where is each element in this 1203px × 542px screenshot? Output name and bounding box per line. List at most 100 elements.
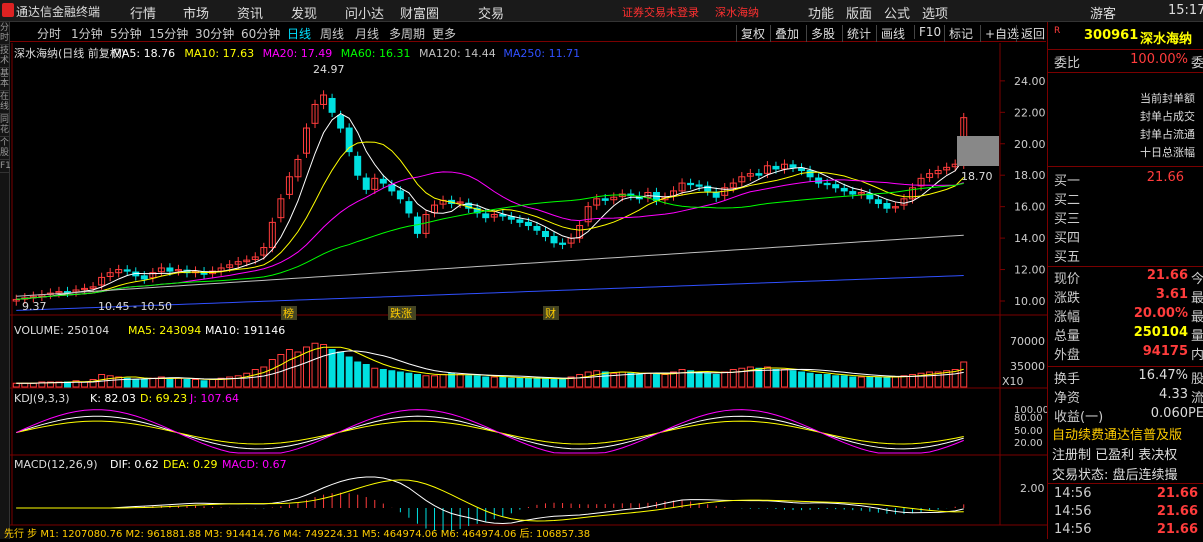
stat-row: 现价 21.66 今 bbox=[1054, 268, 1203, 288]
volume-bar bbox=[772, 369, 780, 388]
stat-suffix: 最 bbox=[1190, 291, 1203, 306]
bid-row[interactable]: 买四 bbox=[1054, 227, 1203, 247]
y-tick-label: 24.00 bbox=[1014, 75, 1046, 88]
bid-row[interactable]: 买一 21.66 bbox=[1054, 170, 1203, 190]
kline-chart[interactable]: 深水海纳(日线 前复权)MA5: 18.76 MA10: 17.63 MA20: 1… bbox=[0, 0, 1047, 539]
volume-bar bbox=[789, 370, 797, 388]
candle-body bbox=[354, 155, 362, 176]
volume-bar bbox=[396, 371, 404, 388]
kdj-j-line bbox=[16, 409, 964, 454]
stat2-suffix: 流 bbox=[1190, 391, 1203, 406]
seal-note-1: 封单占成交 bbox=[1140, 110, 1195, 123]
quote-panel: R 300961 深水海纳 委比 100.00% 委 当前封单额 封单占成交 封单占流通… bbox=[1047, 22, 1203, 539]
main-legend-0: 深水海纳(日线 前复权) bbox=[14, 46, 125, 60]
stat-suffix: 最 bbox=[1190, 310, 1203, 325]
ma120-line bbox=[16, 234, 964, 297]
candle-body bbox=[601, 198, 609, 201]
volume-bar bbox=[533, 377, 541, 388]
volume-bar bbox=[815, 374, 823, 388]
volume-bar bbox=[345, 356, 353, 388]
volume-bar bbox=[524, 377, 532, 388]
low-annotation: 9.37 bbox=[22, 300, 47, 313]
volume-bar bbox=[456, 374, 464, 388]
ad-line-1[interactable]: 自动续费通达信普及版 bbox=[1052, 424, 1182, 443]
weibi-value: 100.00% bbox=[1130, 52, 1188, 67]
volume-bar bbox=[507, 377, 515, 388]
volume-bar bbox=[166, 377, 174, 388]
candle-body bbox=[166, 267, 174, 272]
candle-body bbox=[755, 173, 763, 176]
r-badge: R bbox=[1054, 26, 1061, 36]
stat2-row: 换手 16.47% 股 bbox=[1054, 368, 1203, 388]
candle-body bbox=[840, 187, 848, 192]
kdj-tick-label: 50.00 bbox=[1014, 426, 1043, 437]
volume-bar bbox=[12, 382, 20, 388]
volume-bar bbox=[371, 367, 379, 388]
volume-bar bbox=[465, 375, 473, 388]
volume-bar bbox=[473, 375, 481, 388]
vol-legend-2: MA10: 191146 bbox=[205, 324, 285, 337]
volume-bar bbox=[559, 379, 567, 388]
tick-time: 14:56 bbox=[1054, 522, 1092, 537]
vol-tick-label: 70000 bbox=[1010, 335, 1045, 348]
stock-code: 300961 bbox=[1084, 28, 1139, 43]
volume-bar bbox=[422, 375, 430, 388]
y-tick-label: 20.00 bbox=[1014, 138, 1046, 151]
event-tag-0[interactable]: 榜 bbox=[283, 306, 294, 320]
stat2-label: 收益(一) bbox=[1054, 410, 1104, 425]
volume-bar bbox=[832, 375, 840, 388]
stat2-suffix: PE bbox=[1187, 406, 1203, 421]
main-legend-3: MA20: 17.49 bbox=[263, 47, 333, 60]
stat2-label: 净资 bbox=[1054, 391, 1081, 406]
bid-row[interactable]: 买五 bbox=[1054, 246, 1203, 266]
volume-bar bbox=[618, 371, 626, 388]
volume-bar bbox=[29, 382, 37, 388]
clock: 15:17 bbox=[1168, 3, 1203, 18]
stat2-row: 净资 4.33 流 bbox=[1054, 387, 1203, 407]
stat-value: 21.66 bbox=[1146, 268, 1188, 283]
stat-row: 涨幅 20.00% 最 bbox=[1054, 306, 1203, 326]
stat-suffix: 内 bbox=[1190, 348, 1203, 363]
stat2-value: 0.060 bbox=[1150, 406, 1188, 421]
last-price-annotation: 18.70 bbox=[961, 170, 993, 183]
volume-bar bbox=[115, 376, 123, 388]
high-annotation: 24.97 bbox=[313, 63, 345, 76]
candle-body bbox=[541, 230, 549, 238]
bid-row[interactable]: 买二 bbox=[1054, 189, 1203, 209]
y-tick-label: 22.00 bbox=[1014, 106, 1046, 119]
event-tag-2[interactable]: 财 bbox=[545, 306, 556, 320]
bid-price: 21.66 bbox=[1146, 170, 1184, 185]
candle-body bbox=[328, 97, 336, 113]
volume-bar bbox=[695, 371, 703, 388]
candle-body bbox=[789, 164, 797, 168]
bottom-indicator-line: 先行 步 M1: 1207080.76 M2: 961881.88 M3: 91… bbox=[4, 527, 590, 539]
candle-body bbox=[772, 165, 780, 170]
stat-value: 250104 bbox=[1133, 325, 1188, 340]
volume-bar bbox=[354, 361, 362, 388]
kdj-tick-label: 20.00 bbox=[1014, 438, 1043, 449]
volume-bar bbox=[900, 375, 908, 388]
volume-bar bbox=[541, 377, 549, 388]
candle-body bbox=[550, 236, 558, 244]
candle-body bbox=[396, 190, 404, 200]
vol-legend-0: VOLUME: 250104 bbox=[14, 324, 109, 337]
seal-note-2: 封单占流通 bbox=[1140, 128, 1195, 141]
volume-bar bbox=[678, 369, 686, 388]
macd-legend-3: MACD: 0.67 bbox=[222, 458, 287, 471]
volume-bar bbox=[874, 376, 882, 388]
volume-bar bbox=[499, 376, 507, 388]
volume-bar bbox=[601, 371, 609, 388]
bid-row[interactable]: 买三 bbox=[1054, 208, 1203, 228]
event-tag-1[interactable]: 跌涨 bbox=[390, 306, 412, 320]
ad-line-2[interactable]: 注册制 已盈利 表决权 bbox=[1052, 444, 1177, 463]
volume-bar bbox=[21, 382, 29, 388]
bid-label: 买五 bbox=[1054, 250, 1081, 265]
volume-bar bbox=[712, 374, 720, 388]
user-label[interactable]: 游客 bbox=[1090, 3, 1116, 22]
volume-bar bbox=[140, 379, 148, 388]
y-tick-label: 16.00 bbox=[1014, 201, 1046, 214]
volume-bar bbox=[823, 374, 831, 388]
stat-label: 涨幅 bbox=[1054, 310, 1081, 325]
tick-price: 21.66 bbox=[1156, 522, 1198, 537]
volume-bar bbox=[584, 371, 592, 388]
